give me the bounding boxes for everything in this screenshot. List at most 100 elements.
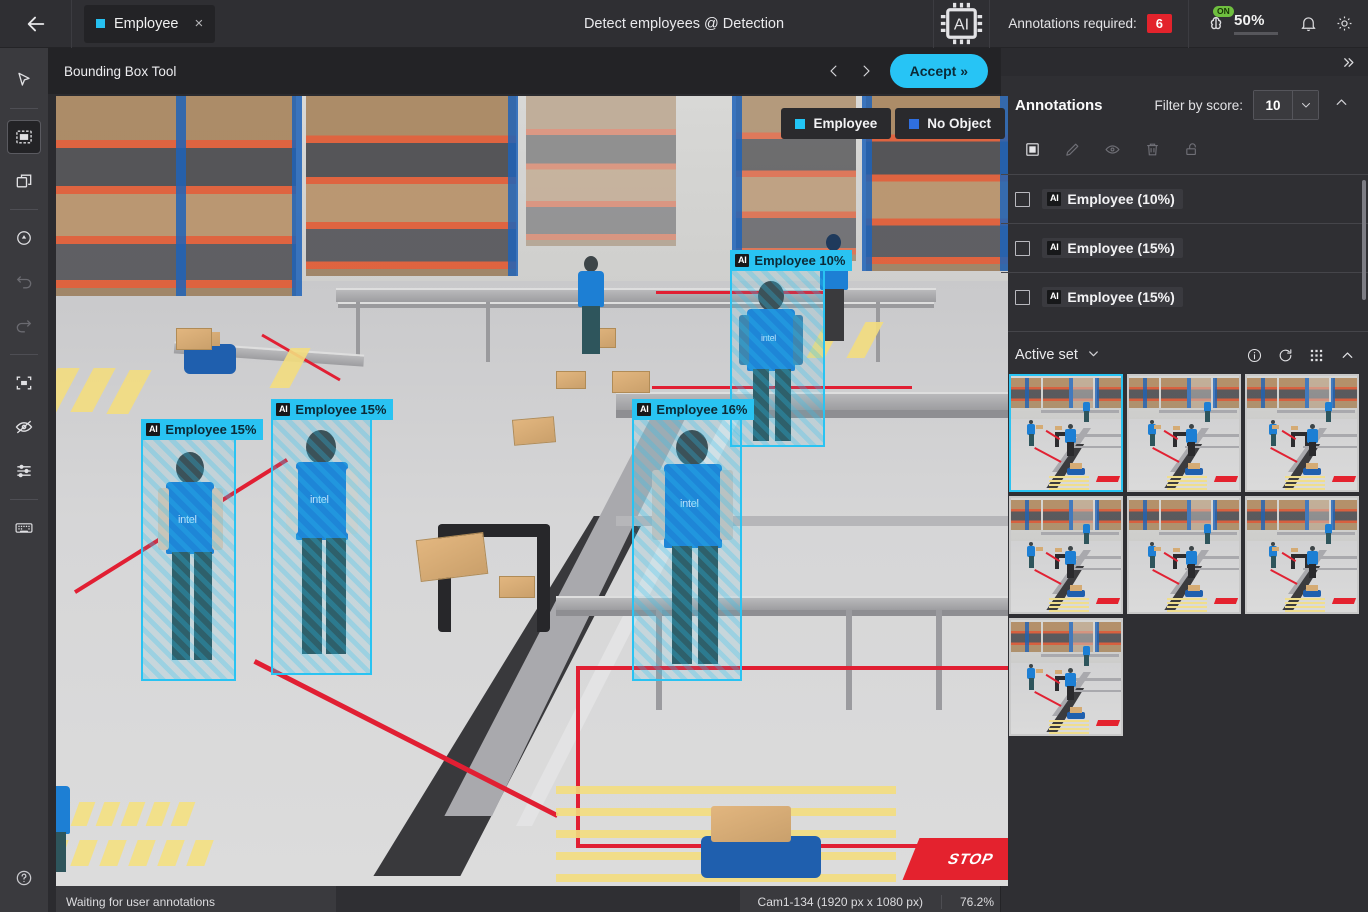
magic-target-icon [17,231,31,245]
toggle-visibility-button[interactable] [1095,134,1129,164]
tool-header: Bounding Box Tool Accept » [48,48,1000,94]
accept-button[interactable]: Accept » [889,54,988,88]
thumb-rail [1041,654,1119,657]
thumbnail-grid [1001,374,1368,736]
scene-upper-rail-shadow [338,302,934,308]
thumb-table [1073,678,1121,681]
back-button[interactable] [0,0,72,48]
help-button[interactable] [8,862,40,894]
thumb-agv [1185,590,1203,597]
thumb-yellow-line [1049,476,1089,478]
annotation-checkbox[interactable] [1015,289,1030,305]
thumb-parcel [1291,548,1298,552]
tab-employee[interactable]: Employee × [84,4,216,43]
info-button[interactable] [1246,347,1263,364]
bounding-box-annotation[interactable]: AI Employee 10% [730,250,853,447]
thumb-yellow-line [1167,598,1207,600]
annotation-checkbox[interactable] [1015,191,1030,207]
scene-crosswalk-left-2 [56,840,214,866]
next-image-button[interactable] [850,55,882,87]
collapse-set-button[interactable] [1339,347,1356,364]
fit-to-screen-button[interactable] [8,367,40,399]
redo-button[interactable] [8,310,40,342]
bounding-box-annotation[interactable]: AI Employee 16% [632,399,755,681]
annotation-list-item[interactable]: AI Employee (15%) [1001,272,1368,321]
close-icon[interactable]: × [194,15,203,32]
thumb-parcel [1173,426,1180,430]
collapse-panel-button[interactable] [1001,48,1368,76]
thumb-yellow-line [1049,610,1089,612]
thumb-yellow-line [1049,598,1089,600]
thumb-agv-parcel [1306,463,1318,469]
ai-chip-button[interactable]: AI [933,0,989,48]
thumb-person-legs [1271,556,1276,568]
thumb-rack [1279,500,1305,530]
thumbnail-item[interactable] [1009,618,1123,736]
annotation-list-item[interactable]: AI Employee (15%) [1001,223,1368,272]
thumb-person-legs [1067,442,1074,456]
thumbnail-item[interactable] [1009,374,1123,492]
scene-rack-post-2 [292,96,302,296]
thumb-agv [1067,590,1085,597]
thumb-post [1095,622,1099,652]
arrow-left-icon [27,16,44,31]
thumb-yellow-line [1049,724,1089,726]
bounding-box-annotation[interactable]: AI Employee 15% [271,399,394,675]
settings-button[interactable] [1328,0,1368,48]
hide-annotations-button[interactable] [8,411,40,443]
thumb-table [1073,556,1121,559]
redo-icon [16,320,32,333]
grid-view-button[interactable] [1308,347,1325,364]
rail-divider [10,108,38,109]
help-circle-icon [16,870,32,886]
thumb-yellow-line [1049,720,1089,722]
select-all-checkbox[interactable] [1015,134,1049,164]
bounding-box-annotation[interactable]: AI Employee 15% [141,419,264,681]
thumb-stop-sign [1095,476,1121,482]
thumbnail-item[interactable] [1245,496,1359,614]
lock-annotation-button[interactable] [1175,134,1209,164]
thumb-parcel [1154,425,1161,429]
thumbnail-item[interactable] [1245,374,1359,492]
thumb-agv [1303,590,1321,597]
annotation-settings-button[interactable] [8,455,40,487]
thumb-person [1307,429,1318,443]
collapse-annotations-button[interactable] [1329,94,1354,116]
annotation-list-scrollbar[interactable] [1362,180,1366,300]
refresh-button[interactable] [1277,347,1294,364]
selection-tool[interactable] [8,64,40,96]
active-learning-status[interactable]: ON 50% [1188,0,1288,48]
annotation-list-item[interactable]: AI Employee (10%) [1001,174,1368,223]
ai-chip-icon: AI [941,2,983,45]
class-chip-employee[interactable]: Employee [781,108,892,139]
bounding-box-icon [16,130,32,144]
class-chip-no-object[interactable]: No Object [895,108,1005,139]
filter-score-input[interactable]: 10 [1253,90,1319,120]
keyboard-shortcuts-button[interactable] [8,512,40,544]
notifications-button[interactable] [1288,0,1328,48]
edit-annotation-button[interactable] [1055,134,1089,164]
thumb-rack [1279,378,1305,408]
thumb-yellow-line [1285,610,1325,612]
undo-button[interactable] [8,266,40,298]
previous-image-button[interactable] [818,55,850,87]
pencil-icon [1065,143,1078,156]
thumbnail-item[interactable] [1127,496,1241,614]
bounding-box-tool[interactable] [7,120,41,154]
image-canvas[interactable]: STOP Employee No Object AI Employee 10% … [56,96,1008,886]
bell-icon [1300,17,1316,32]
rotated-box-tool[interactable] [8,165,40,197]
auto-detect-tool[interactable] [8,222,40,254]
cursor-icon [18,72,30,86]
delete-annotation-button[interactable] [1135,134,1169,164]
filter-score-dropdown-button[interactable] [1292,91,1318,119]
active-set-dropdown-button[interactable] [1086,346,1101,364]
scene-parcel-1 [612,371,650,393]
thumbnail-item[interactable] [1009,496,1123,614]
thumbnail-item[interactable] [1127,374,1241,492]
keyboard-icon [15,523,33,533]
thumb-post [1025,622,1029,652]
annotation-chip: AI Employee (15%) [1042,238,1183,258]
thumb-rack [1333,378,1357,408]
annotation-checkbox[interactable] [1015,240,1030,256]
